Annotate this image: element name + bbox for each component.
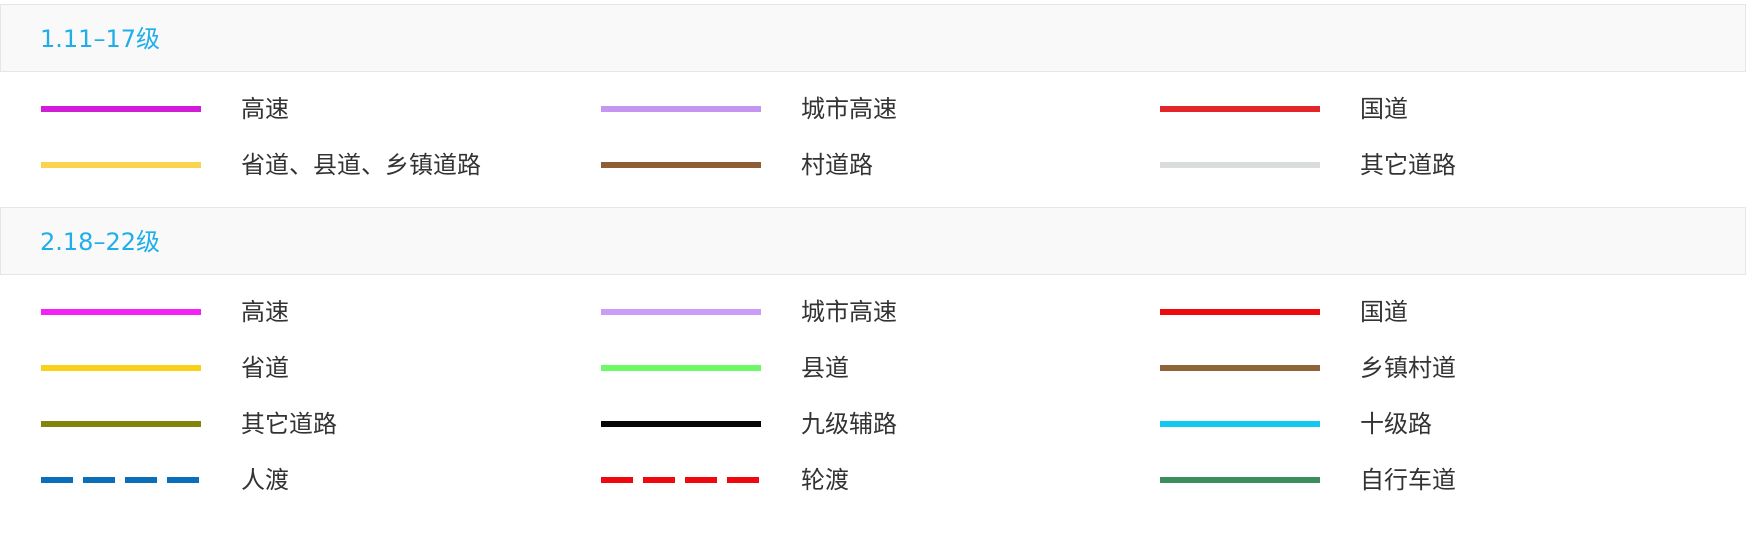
legend-item: 城市高速 xyxy=(601,292,1141,332)
legend-item: 高速 xyxy=(41,292,581,332)
legend-label: 自行车道 xyxy=(1360,466,1456,494)
legend-label: 城市高速 xyxy=(801,298,897,326)
solid-line-swatch xyxy=(1160,421,1320,427)
solid-line-swatch xyxy=(41,106,201,112)
legend-label: 县道 xyxy=(801,354,849,382)
legend-item: 自行车道 xyxy=(1160,460,1700,500)
solid-line-swatch xyxy=(1160,106,1320,112)
dashed-line-swatch xyxy=(41,477,201,483)
legend-item: 省道、县道、乡镇道路 xyxy=(41,145,581,185)
legend-label: 省道 xyxy=(241,354,289,382)
legend-label: 省道、县道、乡镇道路 xyxy=(241,151,481,179)
solid-line-swatch xyxy=(41,162,201,168)
section-title: 2.18–22级 xyxy=(40,228,160,256)
solid-line-swatch xyxy=(601,365,761,371)
legend-item: 轮渡 xyxy=(601,460,1141,500)
section-header: 1.11–17级 xyxy=(0,4,1746,72)
solid-line-swatch xyxy=(41,421,201,427)
solid-line-swatch xyxy=(1160,309,1320,315)
solid-line-swatch xyxy=(601,421,761,427)
legend-label: 城市高速 xyxy=(801,95,897,123)
legend-item: 其它道路 xyxy=(1160,145,1700,185)
legend-item: 城市高速 xyxy=(601,89,1141,129)
legend-label: 十级路 xyxy=(1360,410,1432,438)
legend-label: 其它道路 xyxy=(241,410,337,438)
legend-label: 村道路 xyxy=(801,151,873,179)
section-title: 1.11–17级 xyxy=(40,25,160,53)
legend-label: 乡镇村道 xyxy=(1360,354,1456,382)
legend-item: 国道 xyxy=(1160,292,1700,332)
solid-line-swatch xyxy=(41,365,201,371)
legend-label: 九级辅路 xyxy=(801,410,897,438)
solid-line-swatch xyxy=(601,162,761,168)
legend-item: 十级路 xyxy=(1160,404,1700,444)
solid-line-swatch xyxy=(601,309,761,315)
solid-line-swatch xyxy=(601,106,761,112)
legend-item: 省道 xyxy=(41,348,581,388)
section-header: 2.18–22级 xyxy=(0,207,1746,275)
solid-line-swatch xyxy=(1160,365,1320,371)
legend-item: 国道 xyxy=(1160,89,1700,129)
legend-label: 高速 xyxy=(241,298,289,326)
legend-item: 人渡 xyxy=(41,460,581,500)
solid-line-swatch xyxy=(1160,477,1320,483)
solid-line-swatch xyxy=(41,309,201,315)
road-legend-page: 1.11–17级 高速 城市高速 国道 省道、县道、乡镇道路 村道路 其它道路 2.18–22… xyxy=(0,0,1748,550)
legend-item: 高速 xyxy=(41,89,581,129)
legend-item: 乡镇村道 xyxy=(1160,348,1700,388)
legend-item: 其它道路 xyxy=(41,404,581,444)
dashed-line-swatch xyxy=(601,477,761,483)
legend-label: 国道 xyxy=(1360,298,1408,326)
legend-item: 县道 xyxy=(601,348,1141,388)
legend-item: 村道路 xyxy=(601,145,1141,185)
legend-label: 国道 xyxy=(1360,95,1408,123)
legend-label: 人渡 xyxy=(241,466,289,494)
legend-label: 其它道路 xyxy=(1360,151,1456,179)
solid-line-swatch xyxy=(1160,162,1320,168)
legend-item: 九级辅路 xyxy=(601,404,1141,444)
legend-label: 轮渡 xyxy=(801,466,849,494)
legend-label: 高速 xyxy=(241,95,289,123)
